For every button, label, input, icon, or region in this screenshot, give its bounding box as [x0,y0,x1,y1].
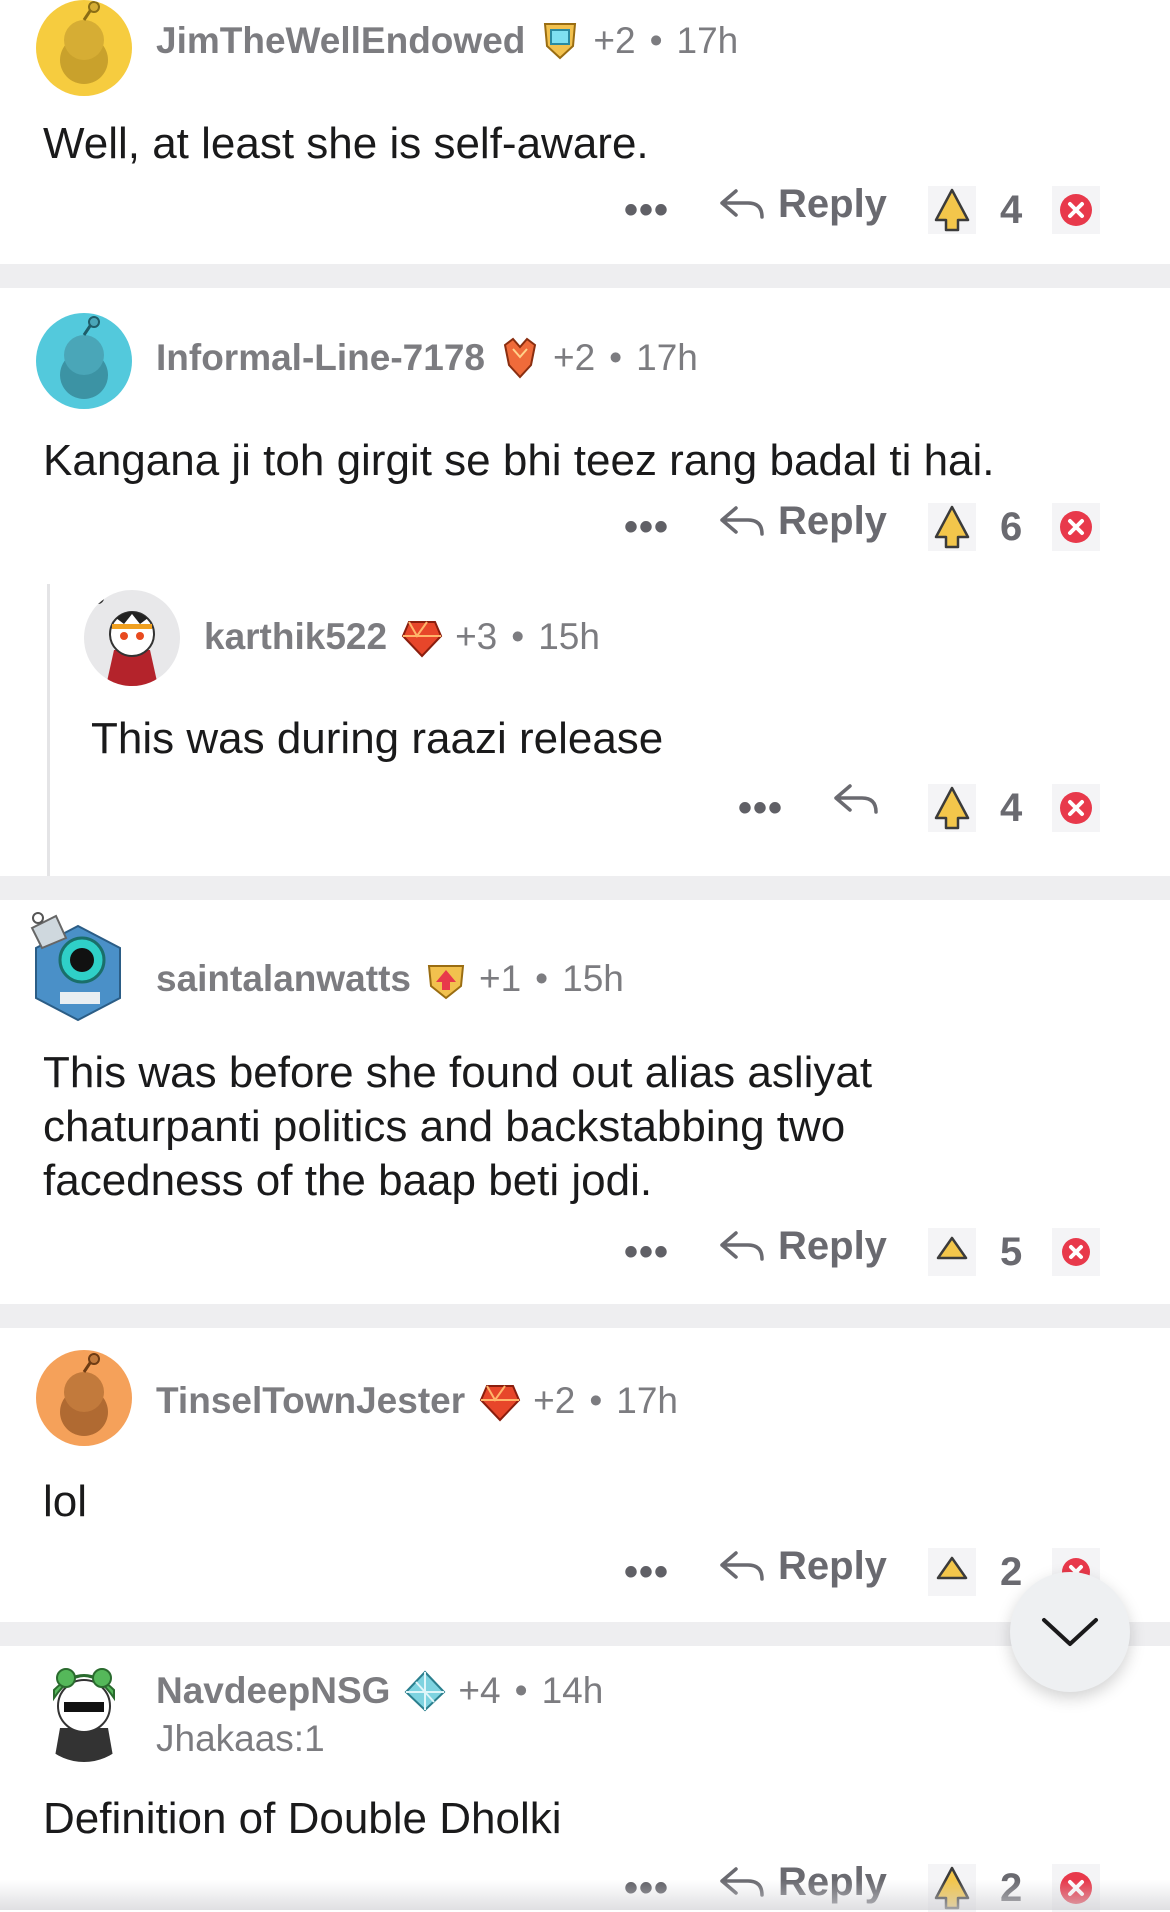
crystal-flair-icon[interactable] [497,335,543,381]
robot-avatar-icon[interactable] [26,908,130,1024]
reply-button[interactable]: Reply [718,1224,887,1269]
comment-meta: Informal-Line-7178 +2 • 17h [156,335,698,381]
downvote-icon[interactable] [1052,503,1100,551]
vote-score: 4 [1000,188,1023,232]
snoo-orange-avatar-icon[interactable] [36,1350,132,1446]
award-count: +4 [458,1670,501,1711]
comment-card: JimTheWellEndowed +2 • 17h Well, at leas… [0,0,1170,264]
more-options-button[interactable]: ••• [624,505,669,550]
award-count: +2 [552,337,596,378]
comment-body-line: This was before she found out alias asli… [43,1048,873,1097]
downvote-icon[interactable] [1052,784,1100,832]
award-count: +3 [455,616,498,657]
comment-body: Definition of Double Dholki [43,1794,562,1843]
ruby-flair-icon[interactable] [477,1378,523,1424]
reply-icon [720,1550,764,1581]
reply-label: Reply [778,1224,887,1268]
timestamp: 17h [636,337,698,378]
comment-body-line: chaturpanti politics and backstabbing tw… [43,1102,846,1151]
upvote-icon[interactable] [928,503,976,551]
diamond-flair-icon[interactable] [402,1668,448,1714]
upvote-icon[interactable] [928,1548,976,1596]
comment-body-line: facedness of the baap beti jodi. [43,1156,653,1205]
reply-button[interactable]: Reply [718,182,887,227]
comment-body: Kangana ji toh girgit se bhi teez rang b… [43,436,995,485]
comment-meta: JimTheWellEndowed +2 • 17h [156,18,738,64]
vote-score: 2 [1000,1550,1023,1594]
comment-meta: NavdeepNSG +4 • 14h [156,1668,603,1714]
username-link[interactable]: NavdeepNSG [156,1670,390,1712]
reply-button[interactable]: Reply [718,1544,887,1589]
reply-button[interactable]: Reply [718,499,887,544]
username-link[interactable]: karthik522 [204,616,387,658]
vote-score: 5 [1000,1230,1023,1274]
comment-card: TinselTownJester +2 • 17h lol ••• Reply … [0,1328,1170,1622]
chevron-down-icon [1042,1618,1098,1646]
timestamp: 15h [538,616,600,657]
comment-separator [0,876,1170,900]
comment-card: NavdeepNSG +4 • 14h Jhakaas:1 Definition… [0,1646,1170,1912]
snoo-hero-avatar-icon[interactable] [84,590,180,686]
comment-card: Informal-Line-7178 +2 • 17h Kangana ji t… [0,288,1170,876]
comment-meta: TinselTownJester +2 • 17h [156,1378,678,1424]
user-flair-text: Jhakaas:1 [156,1718,325,1759]
reply-label: Reply [778,1544,887,1588]
more-options-button[interactable]: ••• [624,1550,669,1595]
vote-score: 4 [1000,786,1023,830]
award-count: +2 [533,1380,576,1421]
timestamp: 15h [562,958,624,999]
username-link[interactable]: Informal-Line-7178 [156,337,485,379]
timestamp: 17h [676,20,739,61]
comment-card: saintalanwatts +1 • 15h This was before … [0,900,1170,1304]
ruby-flair-icon[interactable] [399,614,445,660]
award-count: +2 [593,20,636,61]
shield-arrow-flair-icon[interactable] [423,956,469,1002]
vote-score: 6 [1000,505,1023,549]
snoo-teal-avatar-icon[interactable] [36,313,132,409]
reply-label: Reply [778,182,887,226]
reply-icon [720,1230,764,1261]
frog-hat-avatar-icon[interactable] [30,1654,138,1762]
username-link[interactable]: JimTheWellEndowed [156,20,525,62]
username-link[interactable]: saintalanwatts [156,958,411,1000]
timestamp: 17h [616,1380,679,1421]
comment-body: This was before she found out alias asli… [43,1046,872,1208]
upvote-icon[interactable] [928,186,976,234]
comment-separator [0,1304,1170,1328]
more-options-button[interactable]: ••• [624,1230,669,1275]
comment-body: This was during raazi release [91,714,664,763]
downvote-icon[interactable] [1052,1228,1100,1276]
more-options-button[interactable]: ••• [738,786,783,831]
shield-gem-flair-icon[interactable] [537,18,583,64]
reply-label: Reply [778,499,887,543]
next-comment-button[interactable] [1010,1572,1130,1692]
comment-body: Well, at least she is self-aware. [43,119,649,168]
downvote-icon[interactable] [1052,186,1100,234]
comment-meta: karthik522 +3 • 15h [204,614,600,660]
comment-separator [0,264,1170,288]
reply-button[interactable] [832,780,892,820]
timestamp: 14h [541,1670,604,1711]
reply-icon [720,188,764,219]
award-count: +1 [478,958,522,999]
comment-meta: saintalanwatts +1 • 15h [156,956,624,1002]
username-link[interactable]: TinselTownJester [156,1380,465,1422]
upvote-icon[interactable] [928,1228,976,1276]
reply-icon [834,784,878,814]
snoo-yellow-avatar-icon[interactable] [36,0,132,96]
bottom-fade [0,1880,1170,1910]
comment-body: lol [43,1477,88,1526]
thread-line[interactable] [47,584,50,876]
more-options-button[interactable]: ••• [624,188,669,233]
upvote-icon[interactable] [928,784,976,832]
reply-icon [720,505,764,536]
comment-separator [0,1622,1170,1646]
